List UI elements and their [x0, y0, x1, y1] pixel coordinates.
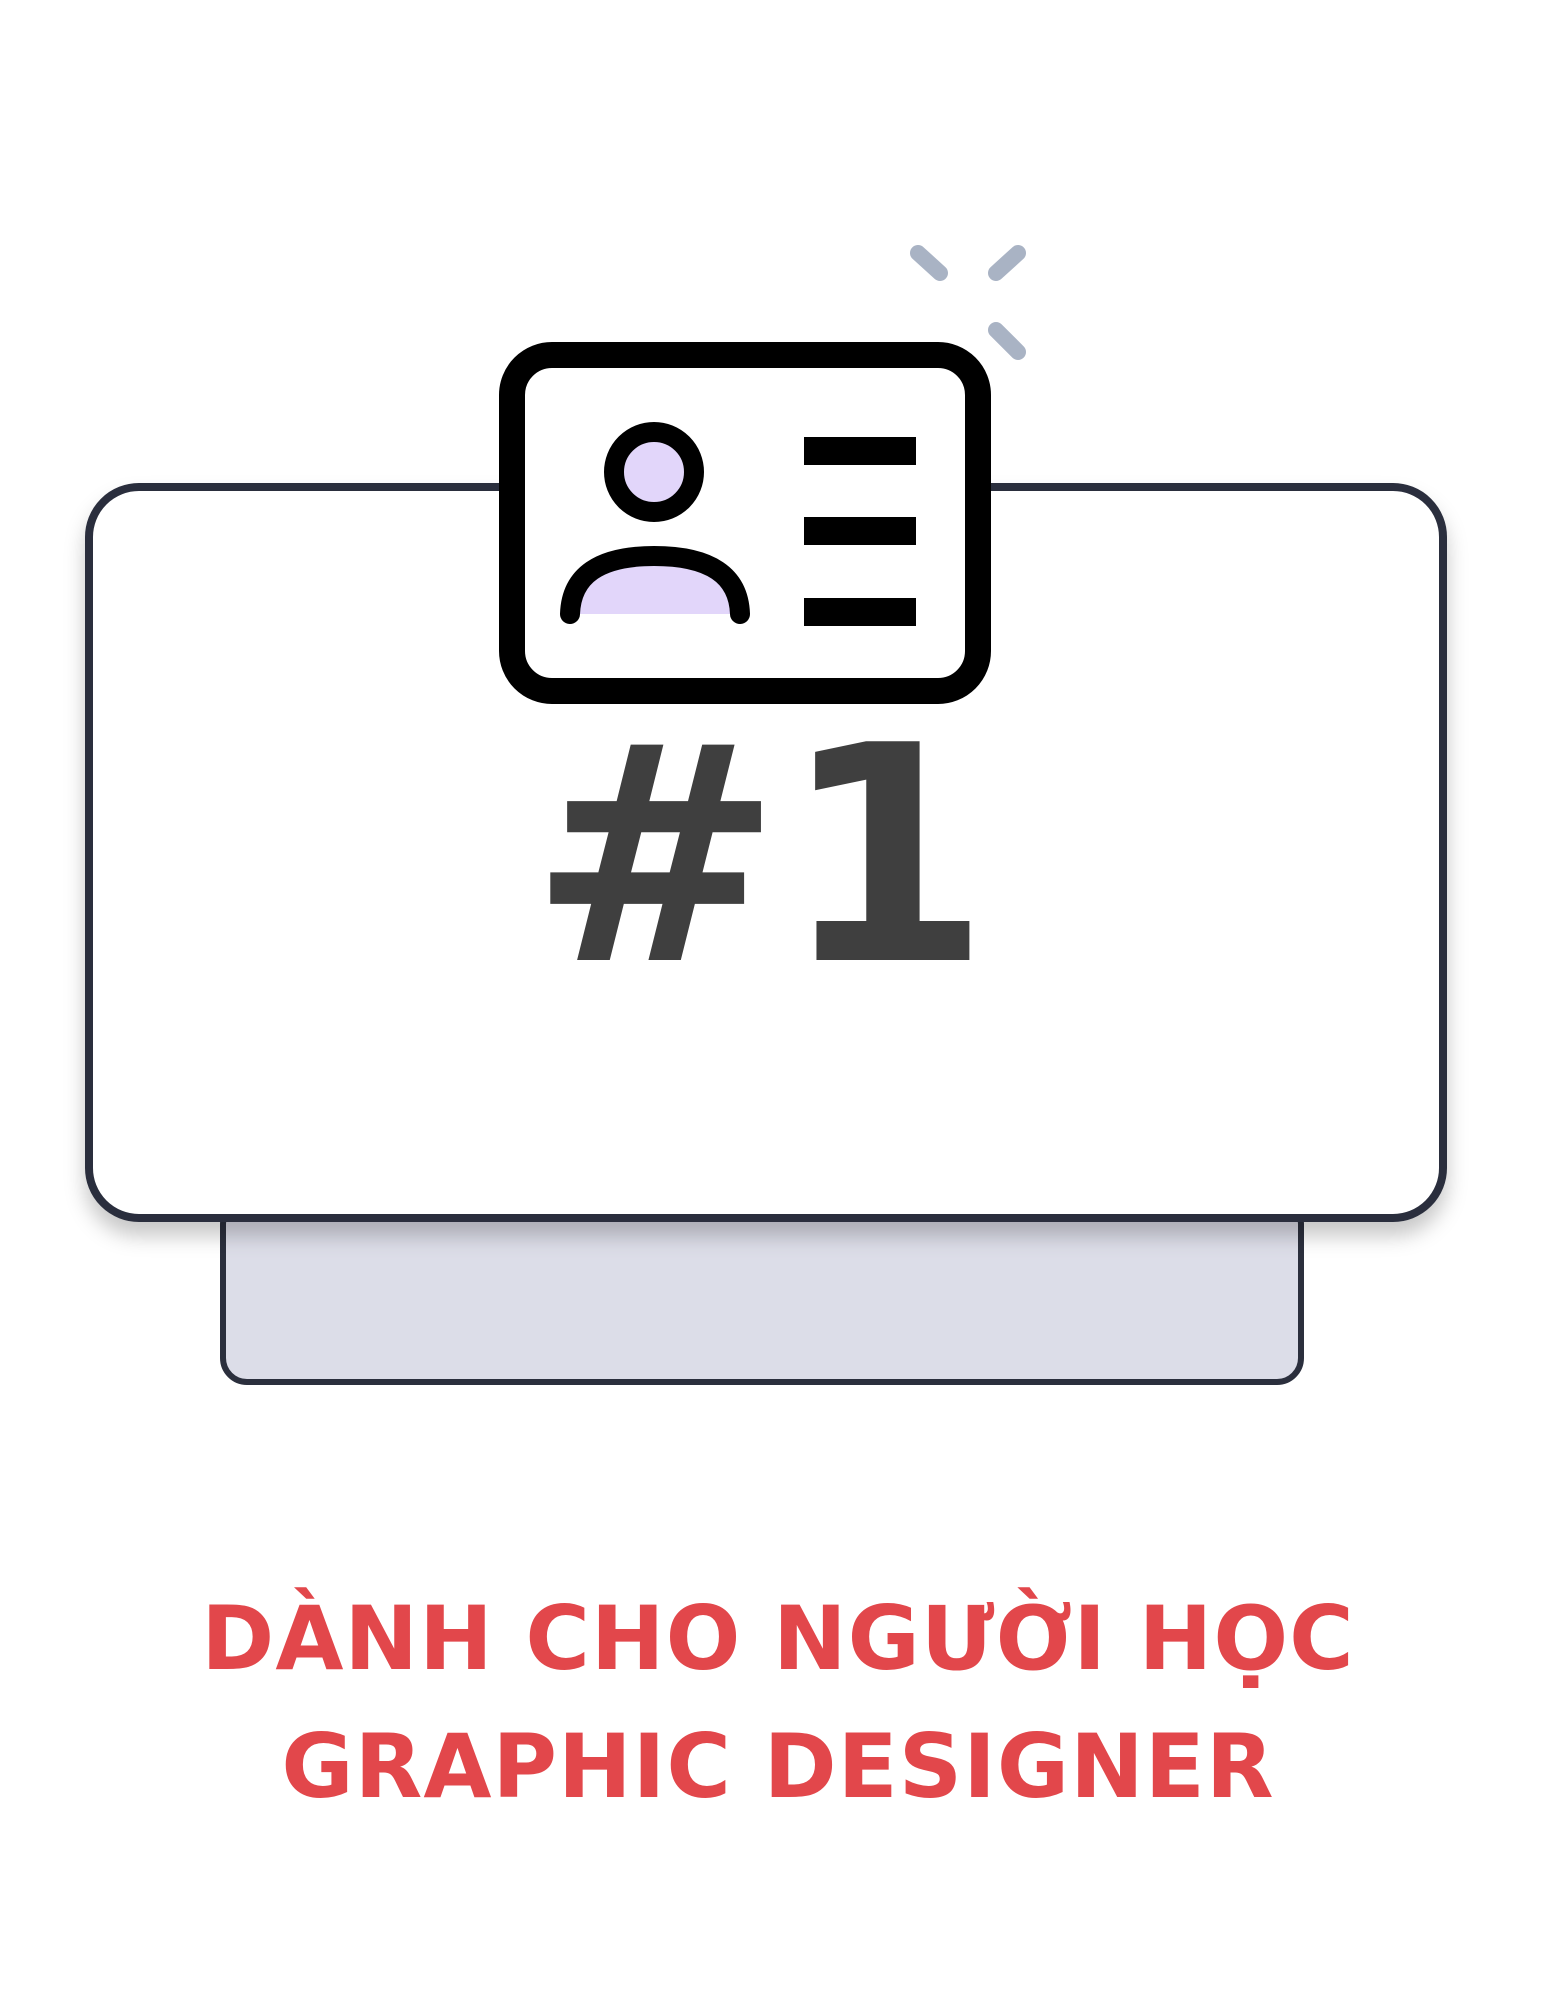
badge-illustration: #1 [85, 245, 1447, 1385]
back-card [220, 1197, 1304, 1385]
info-line [804, 598, 916, 626]
caption-line-1: DÀNH CHO NGƯỜI HỌC [201, 1587, 1355, 1690]
caption-line-2: GRAPHIC DESIGNER [281, 1715, 1275, 1818]
rank-label: #1 [530, 682, 990, 1031]
info-line [804, 437, 916, 465]
avatar-head [604, 422, 704, 522]
sparkle-icon [910, 245, 1026, 360]
id-card-icon [499, 342, 991, 704]
caption: DÀNH CHO NGƯỜI HỌC GRAPHIC DESIGNER [0, 1575, 1556, 1831]
info-line [804, 517, 916, 545]
